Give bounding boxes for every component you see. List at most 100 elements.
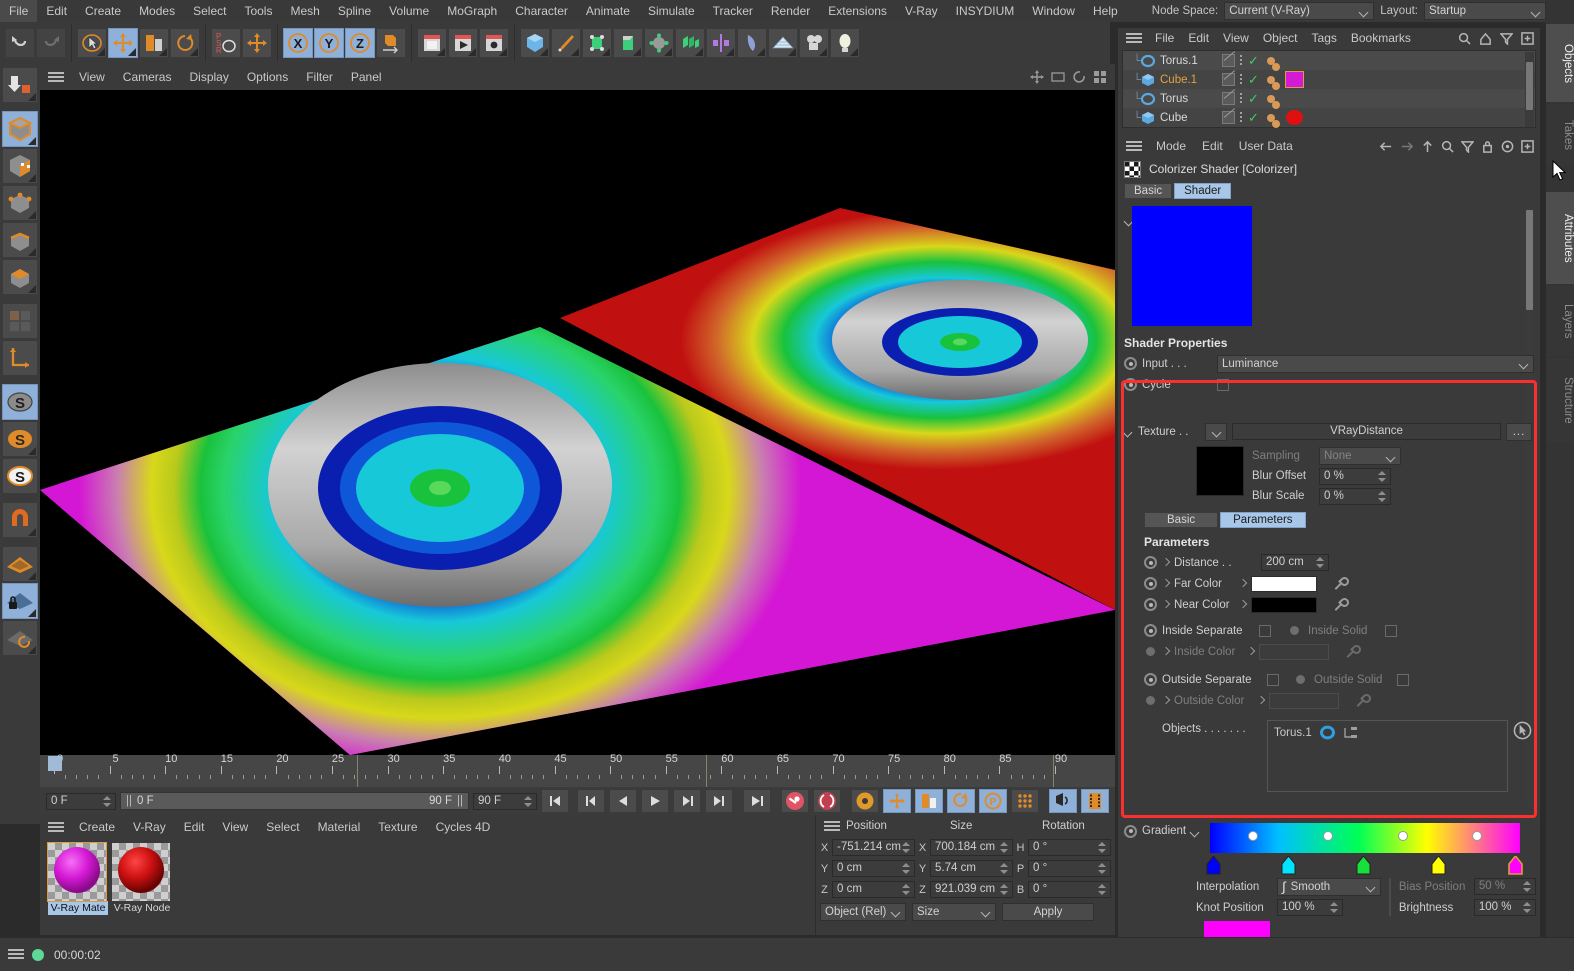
undo-button[interactable] [5, 28, 35, 58]
enabled-check-icon[interactable]: ✓ [1248, 91, 1259, 107]
rotation-h-field[interactable]: 0 ° [1028, 839, 1111, 856]
psr-button[interactable]: PSR [211, 28, 241, 58]
rotate-workplane-button[interactable] [2, 620, 38, 656]
node-space-dropdown[interactable]: Current (V-Ray) [1224, 2, 1375, 20]
spline-pen-button[interactable] [551, 28, 581, 58]
rotate-view-icon[interactable] [1072, 70, 1086, 84]
spinner-icon[interactable] [999, 840, 1008, 855]
step-forward-button[interactable] [673, 789, 701, 813]
shader-preview-swatch[interactable] [1132, 206, 1252, 326]
menu-item-vray[interactable]: V-Ray [896, 0, 947, 22]
menu-item-simulate[interactable]: Simulate [639, 0, 704, 22]
gradient-stop-marker-blue[interactable] [1206, 855, 1221, 875]
spinner-icon[interactable] [1329, 900, 1338, 915]
display-tag-icon[interactable] [1222, 73, 1235, 86]
make-editable-button[interactable] [2, 67, 38, 103]
coordinates-hamburger-icon[interactable] [824, 820, 840, 832]
go-to-end-button[interactable] [743, 789, 771, 813]
display-tag-icon[interactable] [1222, 54, 1235, 67]
texture-tab-parameters[interactable]: Parameters [1220, 512, 1306, 528]
viewport-menu-filter[interactable]: Filter [297, 66, 342, 88]
om-menu-edit[interactable]: Edit [1181, 27, 1216, 49]
visibility-dots-icon[interactable] [1239, 92, 1243, 105]
material-menu-view[interactable]: View [213, 816, 257, 838]
material-menu-edit[interactable]: Edit [175, 816, 214, 838]
uv-mode-button[interactable] [2, 303, 38, 339]
spinner-icon[interactable] [1097, 840, 1106, 855]
texture-browse-button[interactable]: ... [1506, 422, 1532, 441]
plus-icon[interactable] [1521, 139, 1534, 153]
am-menu-mode[interactable]: Mode [1148, 135, 1194, 157]
model-mode-button[interactable] [2, 111, 38, 147]
enabled-check-icon[interactable]: ✓ [1248, 72, 1259, 88]
target-icon[interactable] [1501, 140, 1514, 153]
apply-button[interactable]: Apply [1002, 902, 1094, 921]
distance-field[interactable]: 200 cm [1261, 554, 1329, 571]
distance-radio[interactable] [1144, 556, 1157, 569]
go-to-start-button[interactable] [541, 789, 569, 813]
gradient-stop-marker-yellow[interactable] [1431, 855, 1446, 875]
material-tag-red[interactable] [1285, 110, 1303, 125]
hierarchy-icon[interactable] [1343, 725, 1358, 740]
outside-solid-radio[interactable] [1296, 675, 1305, 684]
redo-button[interactable] [36, 28, 66, 58]
expand-arrow-icon[interactable] [1162, 647, 1169, 656]
om-menu-file[interactable]: File [1148, 27, 1181, 49]
3d-viewport[interactable] [40, 90, 1115, 755]
world-axis-s-button[interactable]: S [2, 458, 38, 494]
viewport-hamburger-icon[interactable] [48, 71, 64, 83]
spinner-icon[interactable] [901, 882, 910, 897]
point-level-animation-button[interactable] [1011, 789, 1039, 813]
zoom-icon[interactable] [1051, 70, 1065, 84]
tab-shader[interactable]: Shader [1174, 183, 1232, 199]
vtab-layers[interactable]: Layers [1546, 286, 1574, 356]
search-icon[interactable] [1441, 140, 1454, 153]
gradient-stop-marker-magenta[interactable] [1508, 854, 1523, 875]
render-settings-button[interactable] [479, 28, 509, 58]
input-radio[interactable] [1124, 357, 1137, 370]
chevron-down-icon[interactable] [1191, 827, 1200, 836]
object-manager-hamburger-icon[interactable] [1126, 32, 1142, 44]
rotation-p-field[interactable]: 0 ° [1028, 860, 1111, 877]
spinner-icon[interactable] [999, 882, 1008, 897]
key-rotation-button[interactable] [947, 789, 975, 813]
next-key-button[interactable] [705, 789, 733, 813]
tab-basic[interactable]: Basic [1124, 183, 1173, 199]
menu-item-tracker[interactable]: Tracker [704, 0, 762, 22]
chevron-down-icon[interactable] [1124, 427, 1133, 436]
cycle-checkbox[interactable] [1217, 378, 1229, 391]
texture-type-dropdown[interactable] [1205, 422, 1227, 441]
gradient-radio[interactable] [1124, 824, 1137, 838]
display-tag-icon[interactable] [1222, 92, 1235, 105]
gradient-stop-marker-green[interactable] [1356, 855, 1371, 875]
inside-solid-radio[interactable] [1290, 626, 1299, 635]
near-color-swatch[interactable] [1251, 596, 1317, 613]
autokey-button[interactable] [813, 789, 841, 813]
attribute-hamburger-icon[interactable] [1126, 140, 1142, 152]
edges-mode-button[interactable] [2, 222, 38, 258]
menu-item-window[interactable]: Window [1023, 0, 1084, 22]
position-z-field[interactable]: 0 cm [832, 881, 915, 898]
environment-button[interactable] [644, 28, 674, 58]
viewport-menu-cameras[interactable]: Cameras [114, 66, 181, 88]
inside-solid-checkbox[interactable] [1385, 624, 1397, 637]
interpolation-dropdown[interactable]: ∫ Smooth [1277, 877, 1381, 896]
texture-mode-button[interactable] [2, 148, 38, 184]
menu-item-animate[interactable]: Animate [577, 0, 639, 22]
viewport-menu-panel[interactable]: Panel [342, 66, 391, 88]
previous-key-button[interactable] [577, 789, 605, 813]
objects-link-box[interactable]: Torus.1 [1267, 720, 1508, 792]
plus-icon[interactable] [1521, 31, 1534, 45]
magnet-snap-button[interactable] [2, 502, 38, 538]
expand-arrow-icon[interactable] [1162, 558, 1169, 567]
visibility-dots-icon[interactable] [1239, 54, 1243, 67]
spinner-icon[interactable] [901, 840, 910, 855]
gradient-knot-handle[interactable] [1323, 831, 1333, 841]
material-hamburger-icon[interactable] [48, 821, 64, 833]
maximize-view-icon[interactable] [1093, 70, 1107, 84]
material-menu-texture[interactable]: Texture [369, 816, 426, 838]
am-menu-edit[interactable]: Edit [1194, 135, 1231, 157]
material-menu-create[interactable]: Create [70, 816, 124, 838]
spinner-icon[interactable] [102, 794, 111, 809]
texture-thumbnail[interactable] [1196, 446, 1244, 496]
